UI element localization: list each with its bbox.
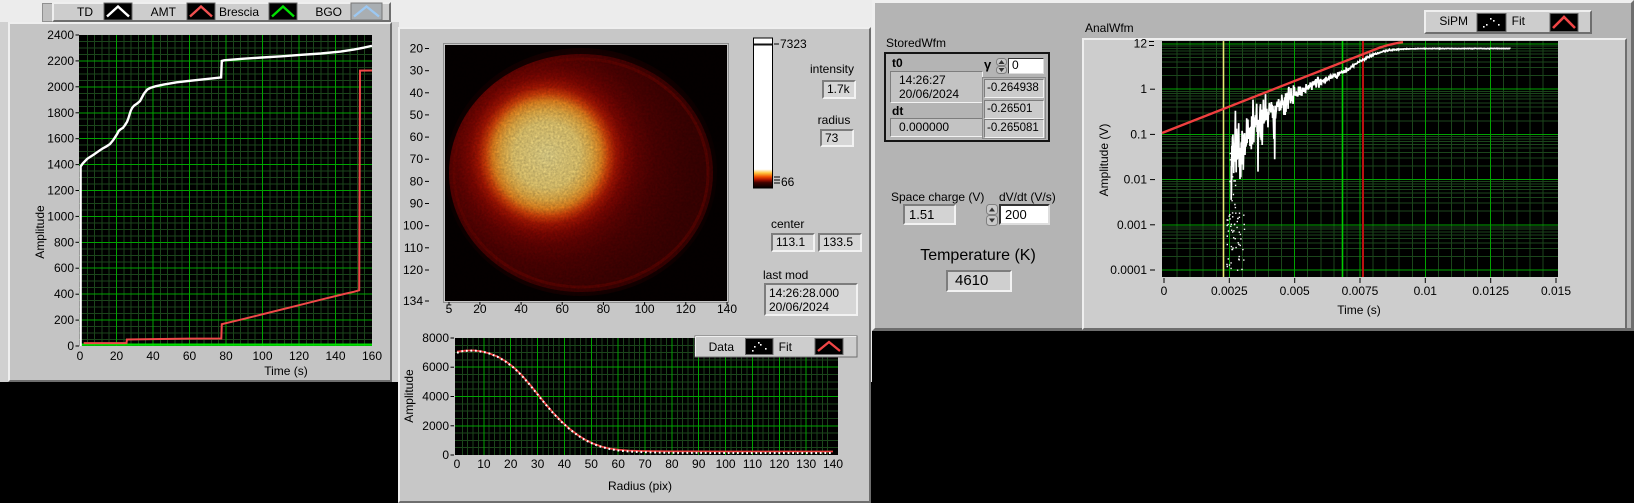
svg-text:160: 160 (362, 349, 382, 363)
svg-text:800: 800 (54, 235, 74, 249)
svg-text:Data: Data (709, 340, 735, 354)
svg-text:Fit: Fit (1512, 14, 1526, 28)
svg-text:10: 10 (477, 457, 491, 471)
svg-text:BGO: BGO (315, 5, 342, 19)
svg-text:2400: 2400 (47, 28, 74, 42)
svg-text:80: 80 (665, 457, 679, 471)
svg-text:0.0075: 0.0075 (1342, 284, 1379, 298)
svg-text:Amplitude: Amplitude (402, 369, 416, 423)
svg-text:0.0025: 0.0025 (1211, 284, 1248, 298)
svg-text:0: 0 (1161, 284, 1168, 298)
svg-text:90: 90 (692, 457, 706, 471)
svg-text:Time (s): Time (s) (264, 364, 308, 378)
svg-text:0: 0 (77, 349, 84, 363)
svg-text:Time (s): Time (s) (1337, 303, 1381, 317)
svg-text:Radius (pix): Radius (pix) (608, 479, 672, 493)
svg-text:Brescia: Brescia (219, 5, 259, 19)
svg-text:0.1: 0.1 (1130, 127, 1147, 141)
svg-text:1400: 1400 (47, 158, 74, 172)
svg-text:66: 66 (781, 175, 795, 189)
svg-text:1200: 1200 (47, 184, 74, 198)
svg-text:200: 200 (54, 313, 74, 327)
svg-text:110: 110 (743, 457, 762, 471)
svg-text:20: 20 (504, 457, 518, 471)
svg-text:60: 60 (612, 457, 626, 471)
svg-text:90: 90 (410, 197, 424, 211)
svg-text:7323: 7323 (780, 37, 807, 51)
svg-text:600: 600 (54, 261, 74, 275)
svg-text:70: 70 (638, 457, 652, 471)
svg-text:8000: 8000 (422, 331, 449, 345)
svg-text:0: 0 (442, 448, 449, 462)
svg-text:Amplitude: Amplitude (33, 205, 47, 259)
svg-text:20: 20 (110, 349, 124, 363)
svg-text:120: 120 (289, 349, 309, 363)
svg-text:0.0001: 0.0001 (1110, 263, 1147, 277)
svg-text:40: 40 (558, 457, 572, 471)
svg-text:12: 12 (1134, 37, 1148, 51)
svg-text:4000: 4000 (422, 390, 449, 404)
svg-text:40: 40 (410, 86, 424, 100)
svg-text:100: 100 (716, 457, 736, 471)
svg-text:1000: 1000 (47, 209, 74, 223)
svg-text:120: 120 (769, 457, 789, 471)
svg-text:100: 100 (252, 349, 272, 363)
svg-text:120: 120 (403, 263, 423, 277)
svg-text:134: 134 (403, 294, 423, 308)
svg-text:400: 400 (54, 287, 74, 301)
svg-text:80: 80 (219, 349, 233, 363)
svg-text:140: 140 (325, 349, 345, 363)
svg-text:0.001: 0.001 (1117, 218, 1147, 232)
svg-text:100: 100 (403, 219, 423, 233)
svg-text:2000: 2000 (47, 80, 74, 94)
svg-text:0.01: 0.01 (1414, 284, 1438, 298)
svg-text:110: 110 (404, 241, 423, 255)
svg-text:SiPM: SiPM (1439, 14, 1468, 28)
svg-text:1800: 1800 (47, 106, 74, 120)
svg-text:20: 20 (410, 42, 424, 56)
svg-text:140: 140 (823, 457, 843, 471)
svg-text:50: 50 (585, 457, 599, 471)
svg-text:2200: 2200 (47, 54, 74, 68)
svg-text:6000: 6000 (422, 360, 449, 374)
svg-text:130: 130 (796, 457, 816, 471)
svg-text:0.015: 0.015 (1541, 284, 1571, 298)
svg-text:50: 50 (410, 108, 424, 122)
svg-text:1600: 1600 (47, 132, 74, 146)
svg-text:30: 30 (410, 64, 424, 78)
svg-text:0: 0 (67, 339, 74, 353)
svg-text:0.005: 0.005 (1280, 284, 1310, 298)
svg-text:Fit: Fit (779, 340, 793, 354)
svg-text:Amplitude (V): Amplitude (V) (1097, 124, 1111, 197)
svg-text:40: 40 (146, 349, 160, 363)
svg-text:TD: TD (77, 5, 93, 19)
svg-text:70: 70 (410, 152, 424, 166)
svg-text:1: 1 (1140, 82, 1147, 96)
svg-text:0.0125: 0.0125 (1472, 284, 1509, 298)
svg-text:80: 80 (410, 174, 424, 188)
svg-text:AMT: AMT (151, 5, 177, 19)
svg-text:0.01: 0.01 (1124, 173, 1148, 187)
svg-text:60: 60 (410, 130, 424, 144)
svg-text:60: 60 (183, 349, 197, 363)
svg-text:2000: 2000 (422, 419, 449, 433)
svg-text:0: 0 (454, 457, 461, 471)
svg-text:30: 30 (531, 457, 545, 471)
